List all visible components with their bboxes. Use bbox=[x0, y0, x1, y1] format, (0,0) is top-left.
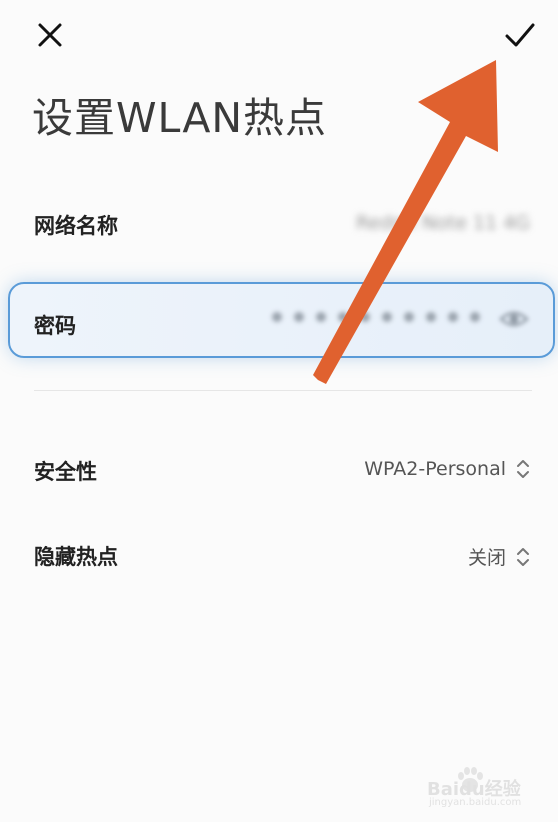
page-title: 设置WLAN热点 bbox=[32, 94, 328, 142]
divider bbox=[34, 390, 532, 391]
close-icon bbox=[38, 23, 62, 47]
hidden-hotspot-select[interactable]: 关闭 bbox=[468, 543, 530, 570]
confirm-button[interactable] bbox=[498, 13, 542, 57]
password-label: 密码 bbox=[34, 314, 76, 338]
watermark-site: jingyan.baidu.com bbox=[429, 797, 522, 808]
hidden-hotspot-label: 隐藏热点 bbox=[34, 545, 118, 569]
hidden-hotspot-row[interactable]: 隐藏热点 关闭 bbox=[0, 533, 558, 577]
security-select[interactable]: WPA2-Personal bbox=[364, 458, 530, 480]
hidden-hotspot-value: 关闭 bbox=[467, 547, 506, 569]
security-value: WPA2-Personal bbox=[364, 458, 506, 480]
updown-chevron-icon bbox=[517, 460, 529, 478]
password-input[interactable] bbox=[272, 312, 480, 322]
watermark: Baidu经验 jingyan.baidu.com bbox=[425, 765, 535, 809]
check-icon bbox=[505, 23, 535, 47]
updown-chevron-icon bbox=[517, 547, 529, 566]
close-button[interactable] bbox=[28, 13, 72, 57]
network-name-input[interactable]: Redmi Note 11 4G bbox=[356, 212, 530, 234]
network-name-row[interactable]: 网络名称 Redmi Note 11 4G bbox=[0, 200, 558, 250]
security-label: 安全性 bbox=[34, 460, 97, 484]
security-row[interactable]: 安全性 WPA2-Personal bbox=[0, 448, 558, 492]
eye-icon[interactable] bbox=[499, 308, 529, 330]
password-field[interactable]: 密码 bbox=[8, 282, 555, 358]
network-name-label: 网络名称 bbox=[34, 214, 118, 238]
top-bar bbox=[0, 0, 558, 70]
